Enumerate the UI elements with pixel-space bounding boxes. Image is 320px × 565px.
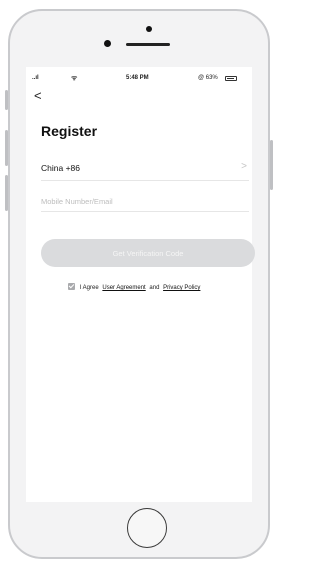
mobile-email-input[interactable] [41,197,249,206]
page-title: Register [41,123,98,139]
volume-up-button [5,130,8,166]
status-bar: ..ıl ᯤ 5:48 PM @ 63% [26,74,252,86]
chevron-right-icon: > [241,161,247,172]
mobile-email-field-row [41,191,249,212]
battery-icon [225,76,237,81]
home-button[interactable] [127,508,167,548]
volume-down-button [5,175,8,211]
country-code-label: China +86 [41,163,80,173]
screen: ..ıl ᯤ 5:48 PM @ 63% < Register China +8… [26,67,255,502]
agreement-row: I Agree User Agreement and Privacy Polic… [68,283,202,291]
privacy-policy-link[interactable]: Privacy Policy [163,285,200,291]
mute-switch [5,90,8,110]
agree-checkbox[interactable] [68,283,75,290]
wifi-icon: ᯤ [71,75,78,82]
signal-icon: ..ıl [32,75,39,81]
front-camera [104,40,111,47]
agree-prefix: I Agree [79,285,99,291]
chevron-left-icon: < [34,88,42,103]
agree-conjunction: and [149,285,160,291]
battery-percent: @ 63% [198,75,218,81]
user-agreement-link[interactable]: User Agreement [102,285,145,291]
status-time: 5:48 PM [126,75,149,81]
earpiece-speaker [126,43,170,46]
country-code-selector[interactable]: China +86 > [41,160,249,181]
power-button [270,140,273,190]
camera-dot [146,26,152,32]
back-button[interactable]: < [34,88,42,103]
get-verification-code-button[interactable]: Get Verification Code [41,239,255,267]
